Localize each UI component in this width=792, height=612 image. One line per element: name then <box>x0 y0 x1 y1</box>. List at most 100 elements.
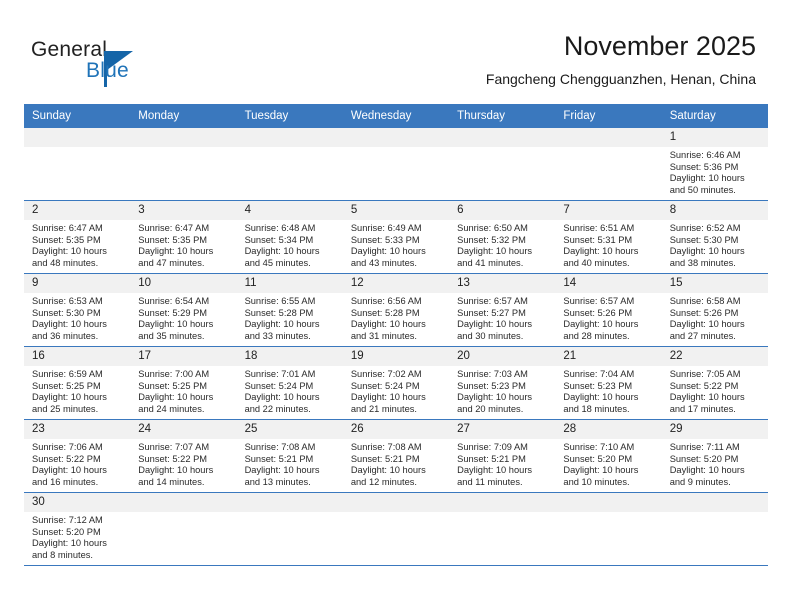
calendar-day-cell[interactable]: 14 Sunrise: 6:57 AM Sunset: 5:26 PM Dayligh… <box>555 273 662 347</box>
page-title: November 2025 <box>563 31 756 61</box>
sunset-text: Sunset: 5:22 PM <box>138 453 208 464</box>
day-details: Sunrise: 6:49 AM Sunset: 5:33 PM Daylight:… <box>343 220 449 269</box>
daylight-text: Daylight: 10 hours and 31 minutes. <box>350 319 426 341</box>
calendar-day-cell[interactable]: 2 Sunrise: 6:47 AM Sunset: 5:35 PM Daylight… <box>24 200 131 274</box>
calendar-day-cell[interactable]: 28 Sunrise: 7:10 AM Sunset: 5:20 PM Dayligh… <box>555 419 662 493</box>
weekday-header-monday: Monday <box>130 104 237 128</box>
calendar-day-cell[interactable]: 9 Sunrise: 6:53 AM Sunset: 5:30 PM Daylight… <box>24 273 131 347</box>
calendar-day-cell[interactable]: 17 Sunrise: 7:00 AM Sunset: 5:25 PM Dayligh… <box>130 346 237 420</box>
sunrise-text: Sunrise: 6:54 AM <box>138 296 210 306</box>
day-number: 6 <box>449 201 556 220</box>
day-number: 29 <box>661 420 768 439</box>
sunset-text: Sunset: 5:36 PM <box>669 161 739 172</box>
day-details: Sunrise: 7:02 AM Sunset: 5:24 PM Daylight:… <box>343 366 449 415</box>
day-details: Sunrise: 7:11 AM Sunset: 5:20 PM Daylight:… <box>662 439 768 488</box>
sunrise-text: Sunrise: 6:46 AM <box>669 150 741 160</box>
sunrise-text: Sunrise: 7:11 AM <box>669 442 740 452</box>
calendar-day-cell[interactable]: 22 Sunrise: 7:05 AM Sunset: 5:22 PM Dayligh… <box>661 346 768 420</box>
calendar-cell-empty <box>236 492 343 566</box>
calendar-cell-empty <box>661 492 768 566</box>
calendar-day-cell[interactable]: 11 Sunrise: 6:55 AM Sunset: 5:28 PM Dayligh… <box>236 273 343 347</box>
calendar-day-cell[interactable]: 19 Sunrise: 7:02 AM Sunset: 5:24 PM Dayligh… <box>342 346 450 420</box>
calendar-day-cell[interactable]: 21 Sunrise: 7:04 AM Sunset: 5:23 PM Dayligh… <box>555 346 662 420</box>
calendar-week-row: 1 Sunrise: 6:46 AM Sunset: 5:36 PM Daylight… <box>24 128 768 201</box>
day-number <box>661 493 768 512</box>
calendar-cell-empty <box>24 128 131 201</box>
calendar-day-cell[interactable]: 18 Sunrise: 7:01 AM Sunset: 5:24 PM Dayligh… <box>236 346 343 420</box>
daylight-text: Daylight: 10 hours and 48 minutes. <box>32 246 107 268</box>
calendar-day-cell[interactable]: 30 Sunrise: 7:12 AM Sunset: 5:20 PM Dayligh… <box>24 492 131 566</box>
daylight-text: Daylight: 10 hours and 41 minutes. <box>457 246 533 268</box>
daylight-text: Daylight: 10 hours and 25 minutes. <box>32 392 107 414</box>
day-number: 15 <box>661 274 768 293</box>
day-number <box>449 128 556 147</box>
sunset-text: Sunset: 5:21 PM <box>457 453 526 464</box>
daylight-text: Daylight: 10 hours and 38 minutes. <box>669 246 745 268</box>
day-details: Sunrise: 7:08 AM Sunset: 5:21 PM Daylight:… <box>343 439 449 488</box>
calendar-day-cell[interactable]: 12 Sunrise: 6:56 AM Sunset: 5:28 PM Dayligh… <box>342 273 450 347</box>
daylight-text: Daylight: 10 hours and 50 minutes. <box>669 173 745 195</box>
calendar-day-cell[interactable]: 3 Sunrise: 6:47 AM Sunset: 5:35 PM Daylight… <box>130 200 237 274</box>
sunrise-text: Sunrise: 7:04 AM <box>563 369 635 379</box>
day-number: 3 <box>130 201 237 220</box>
calendar-header-row: Sunday Monday Tuesday Wednesday Thursday… <box>24 104 768 128</box>
sunrise-text: Sunrise: 7:01 AM <box>244 369 316 379</box>
calendar-grid: Sunday Monday Tuesday Wednesday Thursday… <box>24 104 768 566</box>
calendar-day-cell[interactable]: 23 Sunrise: 7:06 AM Sunset: 5:22 PM Dayligh… <box>24 419 131 493</box>
calendar-page: General Blue November 2025 Fangcheng Che… <box>0 0 792 612</box>
calendar-week-row: 23 Sunrise: 7:06 AM Sunset: 5:22 PM Dayligh… <box>24 419 768 493</box>
calendar-day-cell[interactable]: 26 Sunrise: 7:08 AM Sunset: 5:21 PM Dayligh… <box>342 419 450 493</box>
day-details: Sunrise: 6:52 AM Sunset: 5:30 PM Daylight:… <box>662 220 768 269</box>
sunrise-text: Sunrise: 7:12 AM <box>32 515 103 525</box>
calendar-day-cell[interactable]: 24 Sunrise: 7:07 AM Sunset: 5:22 PM Dayligh… <box>130 419 237 493</box>
calendar-day-cell[interactable]: 27 Sunrise: 7:09 AM Sunset: 5:21 PM Dayligh… <box>449 419 556 493</box>
day-number <box>342 128 450 147</box>
sunset-text: Sunset: 5:34 PM <box>244 234 314 245</box>
day-number: 12 <box>342 274 450 293</box>
day-number: 10 <box>130 274 237 293</box>
daylight-text: Daylight: 10 hours and 11 minutes. <box>457 465 533 487</box>
calendar-day-cell[interactable]: 16 Sunrise: 6:59 AM Sunset: 5:25 PM Dayligh… <box>24 346 131 420</box>
day-number: 14 <box>555 274 662 293</box>
day-details: Sunrise: 6:54 AM Sunset: 5:29 PM Daylight:… <box>130 293 236 342</box>
day-details: Sunrise: 7:12 AM Sunset: 5:20 PM Daylight:… <box>24 512 130 561</box>
day-number: 28 <box>555 420 662 439</box>
calendar-day-cell[interactable]: 20 Sunrise: 7:03 AM Sunset: 5:23 PM Dayligh… <box>449 346 556 420</box>
title-block: November 2025 Fangcheng Chengguanzhen, H… <box>486 30 756 88</box>
calendar-day-cell[interactable]: 25 Sunrise: 7:08 AM Sunset: 5:21 PM Dayligh… <box>236 419 343 493</box>
day-number: 27 <box>449 420 556 439</box>
calendar-day-cell[interactable]: 15 Sunrise: 6:58 AM Sunset: 5:26 PM Dayligh… <box>661 273 768 347</box>
day-details: Sunrise: 6:51 AM Sunset: 5:31 PM Daylight:… <box>555 220 661 269</box>
day-details: Sunrise: 6:48 AM Sunset: 5:34 PM Daylight:… <box>237 220 343 269</box>
brand-logo[interactable]: General Blue <box>31 38 231 88</box>
day-details: Sunrise: 6:56 AM Sunset: 5:28 PM Daylight:… <box>343 293 449 342</box>
day-number: 26 <box>342 420 450 439</box>
calendar-week-row: 9 Sunrise: 6:53 AM Sunset: 5:30 PM Daylight… <box>24 273 768 347</box>
calendar-day-cell[interactable]: 10 Sunrise: 6:54 AM Sunset: 5:29 PM Dayligh… <box>130 273 237 347</box>
calendar-day-cell[interactable]: 29 Sunrise: 7:11 AM Sunset: 5:20 PM Dayligh… <box>661 419 768 493</box>
calendar-day-cell[interactable]: 8 Sunrise: 6:52 AM Sunset: 5:30 PM Daylight… <box>661 200 768 274</box>
calendar-day-cell[interactable]: 4 Sunrise: 6:48 AM Sunset: 5:34 PM Daylight… <box>236 200 343 274</box>
daylight-text: Daylight: 10 hours and 47 minutes. <box>138 246 214 268</box>
calendar-day-cell[interactable]: 5 Sunrise: 6:49 AM Sunset: 5:33 PM Daylight… <box>342 200 450 274</box>
calendar-day-cell[interactable]: 7 Sunrise: 6:51 AM Sunset: 5:31 PM Daylight… <box>555 200 662 274</box>
sunrise-text: Sunrise: 6:57 AM <box>563 296 635 306</box>
sunrise-text: Sunrise: 6:56 AM <box>350 296 422 306</box>
daylight-text: Daylight: 10 hours and 20 minutes. <box>457 392 533 414</box>
calendar-cell-empty <box>555 128 662 201</box>
calendar-day-cell[interactable]: 1 Sunrise: 6:46 AM Sunset: 5:36 PM Daylight… <box>661 128 768 201</box>
daylight-text: Daylight: 10 hours and 28 minutes. <box>563 319 639 341</box>
sunrise-text: Sunrise: 7:03 AM <box>457 369 528 379</box>
day-number: 9 <box>24 274 131 293</box>
brand-name-blue: Blue <box>86 59 129 82</box>
sunset-text: Sunset: 5:28 PM <box>244 307 314 318</box>
day-number: 1 <box>661 128 768 147</box>
daylight-text: Daylight: 10 hours and 16 minutes. <box>32 465 107 487</box>
sunrise-text: Sunrise: 7:05 AM <box>669 369 741 379</box>
sunset-text: Sunset: 5:27 PM <box>457 307 526 318</box>
calendar-day-cell[interactable]: 13 Sunrise: 6:57 AM Sunset: 5:27 PM Dayligh… <box>449 273 556 347</box>
day-details: Sunrise: 7:03 AM Sunset: 5:23 PM Daylight:… <box>449 366 555 415</box>
day-number: 20 <box>449 347 556 366</box>
calendar-day-cell[interactable]: 6 Sunrise: 6:50 AM Sunset: 5:32 PM Daylight… <box>449 200 556 274</box>
day-number: 17 <box>130 347 237 366</box>
